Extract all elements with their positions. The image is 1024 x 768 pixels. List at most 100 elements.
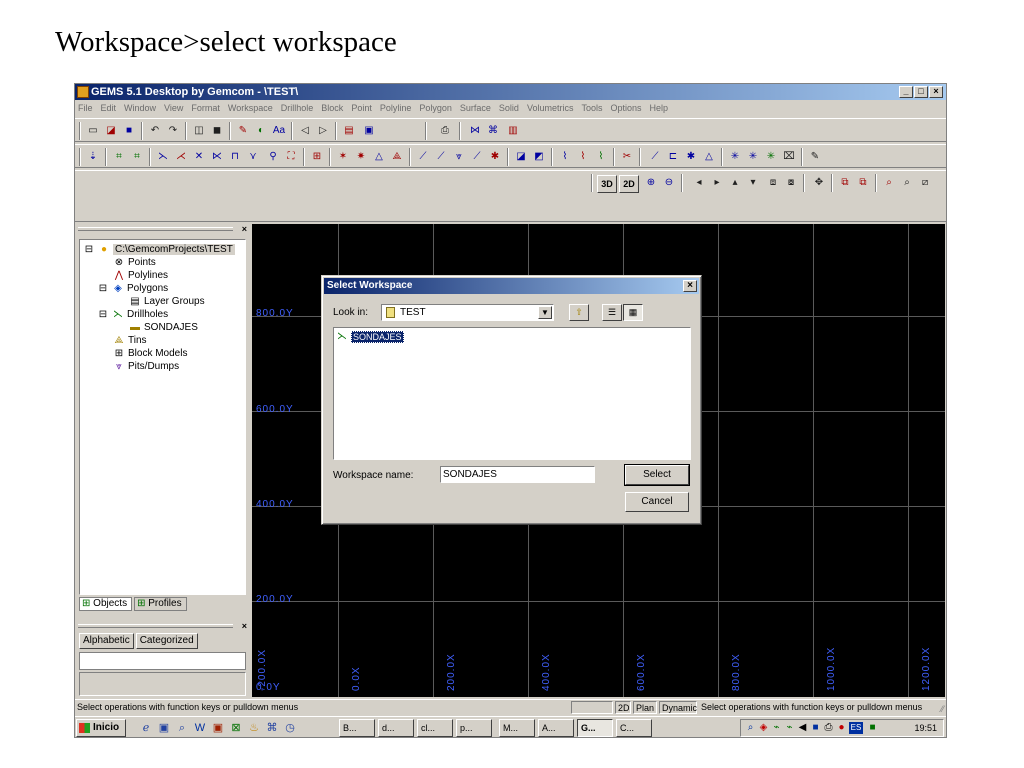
text-icon[interactable]: Aa [271,123,287,139]
collapse-icon[interactable]: ⊟ [83,243,95,256]
menu-help[interactable]: Help [650,100,669,117]
file-list[interactable]: ⋋ SONDAJES [333,327,691,460]
polyline-split-icon[interactable]: ✕ [191,149,207,165]
tag-3-icon[interactable]: ⌇ [593,149,609,165]
explorer-icon[interactable]: ⌕ [175,721,189,735]
chart-icon[interactable]: ▥ [505,123,521,139]
maximize-button[interactable]: □ [914,86,928,98]
network-icon[interactable]: ⌘ [485,123,501,139]
tree-item-polylines[interactable]: ⋀ Polylines [113,269,168,282]
rotate-icon[interactable]: ✥ [811,175,827,191]
tin-icon[interactable]: ⟁ [389,149,405,165]
pencil-icon[interactable]: ✎ [807,149,823,165]
print-icon[interactable]: ⎙ [437,123,453,139]
cube-wire-icon[interactable]: ◫ [191,123,207,139]
layer-icon[interactable]: ⧉ [837,175,853,191]
asterisk-2-icon[interactable]: ✳ [745,149,761,165]
status-tray-icon[interactable]: ■ [867,722,878,734]
property-grid[interactable] [79,652,246,670]
tab-categorized[interactable]: Categorized [135,633,198,649]
volume-tray-icon[interactable]: ◀ [797,722,808,734]
tag-2-icon[interactable]: ⌇ [575,149,591,165]
antivirus-tray-icon[interactable]: ◈ [758,722,769,734]
polyline-close-icon[interactable]: ⊓ [227,149,243,165]
look-in-combo[interactable]: TEST ▼ [381,304,554,321]
profile-icon[interactable]: ⟋ [469,149,485,165]
clock-tool-icon[interactable]: ◷ [283,721,297,735]
pan-up-icon[interactable]: ▴ [727,175,743,191]
digitize-icon[interactable]: ⇣ [85,149,101,165]
menu-volumetrics[interactable]: Volumetrics [527,100,574,117]
display-tray-icon[interactable]: ■ [810,722,821,734]
select-button[interactable]: Select [624,464,690,486]
menu-options[interactable]: Options [610,100,641,117]
save-icon[interactable]: ■ [121,123,137,139]
select-poly-icon[interactable]: ◩ [531,149,547,165]
zoom-previous-icon[interactable]: ⌕ [899,175,915,191]
menu-file[interactable]: File [78,100,93,117]
collapse-icon[interactable]: ⊟ [97,308,109,321]
cancel-button[interactable]: Cancel [625,492,689,512]
view-3d-button[interactable]: 3D [597,175,617,193]
polyline-move-icon[interactable]: ⋌ [173,149,189,165]
asterisk-3-icon[interactable]: ✳ [763,149,779,165]
panel-grip[interactable] [78,624,233,628]
menu-view[interactable]: View [164,100,183,117]
network-tool-icon[interactable]: ⌘ [265,721,279,735]
taskbar-task[interactable]: d... [378,719,414,737]
excel-icon[interactable]: ⊠ [229,721,243,735]
panel-close-icon[interactable]: × [242,224,247,234]
star-icon[interactable]: ✱ [487,149,503,165]
zoom-in-icon[interactable]: ⊕ [643,175,659,191]
taskbar-task[interactable]: C... [616,719,652,737]
asterisk-icon[interactable]: ✳ [727,149,743,165]
menu-window[interactable]: Window [124,100,156,117]
tree-item-sondajes[interactable]: ▬ SONDAJES [129,321,198,334]
menu-format[interactable]: Format [191,100,220,117]
fence-icon[interactable]: ⩔ [451,149,467,165]
next-icon[interactable]: ▷ [315,123,331,139]
list-view-button[interactable]: ☰ [602,304,622,321]
tag-icon[interactable]: ⌇ [557,149,573,165]
paint-icon[interactable]: ♨ [247,721,261,735]
taskbar-task[interactable]: A... [538,719,574,737]
workspace-name-input[interactable]: SONDAJES [440,466,595,483]
zoom-window-icon[interactable]: ⌕ [881,175,897,191]
cube-solid-icon[interactable]: ◼ [209,123,225,139]
open-folder-icon[interactable]: ◪ [103,123,119,139]
resize-grip-icon[interactable]: ⁄⁄ [941,702,944,717]
menu-solid[interactable]: Solid [499,100,519,117]
language-indicator[interactable]: ES [849,722,863,734]
panel-close-icon[interactable]: × [242,621,247,631]
connection-tray-icon[interactable]: ⌁ [784,722,795,734]
menu-tools[interactable]: Tools [581,100,602,117]
close-button[interactable]: × [929,86,943,98]
tree-item-block-models[interactable]: ⊞ Block Models [113,347,188,360]
line-tool-2-icon[interactable]: ⟋ [433,149,449,165]
pan-down-icon[interactable]: ▾ [745,175,761,191]
point-edit-icon[interactable]: ✷ [353,149,369,165]
pan-left-icon[interactable]: ◂ [691,175,707,191]
tree-item-drillholes[interactable]: ⊟ ⋋ Drillholes [97,308,168,321]
cut-icon[interactable]: ✂ [619,149,635,165]
powerpoint-icon[interactable]: ▣ [211,721,225,735]
desktop-icon[interactable]: ▣ [157,721,171,735]
list-item[interactable]: ⋋ SONDAJES [337,331,404,343]
snap-grid-icon[interactable]: ⌗ [129,149,145,165]
new-file-icon[interactable]: ▭ [85,123,101,139]
menu-edit[interactable]: Edit [101,100,117,117]
details-view-button[interactable]: ▦ [623,304,643,321]
bug-icon[interactable]: ✱ [683,149,699,165]
drill-line-icon[interactable]: ⟋ [647,149,663,165]
bracket-icon[interactable]: ⊏ [665,149,681,165]
menu-surface[interactable]: Surface [460,100,491,117]
minimize-button[interactable]: _ [899,86,913,98]
properties-icon[interactable]: ✎ [235,123,251,139]
chevron-down-icon[interactable]: ▼ [538,306,552,319]
menu-drillhole[interactable]: Drillhole [281,100,314,117]
menu-point[interactable]: Point [351,100,372,117]
filter-icon[interactable]: ▤ [341,123,357,139]
zoom-out-icon[interactable]: ⊖ [661,175,677,191]
snap-icon[interactable]: ⌗ [111,149,127,165]
tab-alphabetic[interactable]: Alphabetic [79,633,134,649]
